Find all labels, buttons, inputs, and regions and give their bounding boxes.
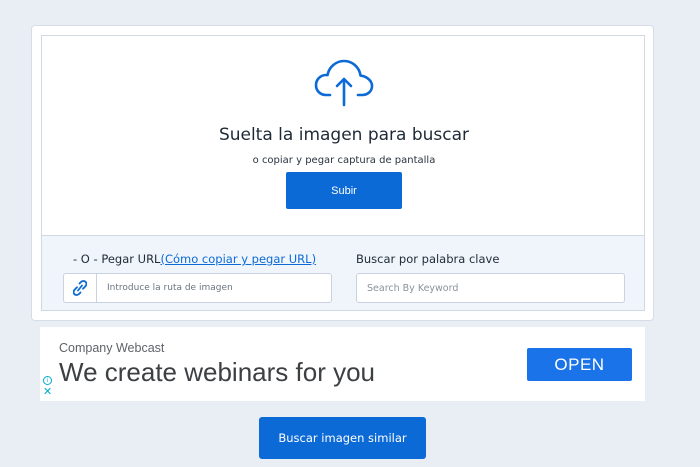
url-field [63,273,332,303]
keyword-label: Buscar por palabra clave [356,252,500,266]
link-icon-glyph [73,280,87,296]
cloud-upload-icon [314,59,374,107]
url-keyword-panel: - O - Pegar URL(Cómo copiar y pegar URL)… [41,235,645,311]
link-icon [64,274,97,302]
info-icon[interactable]: i [43,376,52,385]
drop-title: Suelta la imagen para buscar [218,125,470,145]
url-label-text: - O - Pegar URL [73,252,161,266]
image-url-input[interactable] [98,274,331,302]
upload-button[interactable]: Subir [286,172,402,209]
ad-sponsor: Company Webcast [59,341,165,355]
search-similar-button[interactable]: Buscar imagen similar [259,417,426,459]
close-icon[interactable]: ✕ [43,387,52,398]
image-drop-zone[interactable]: Suelta la imagen para buscar o copiar y … [41,35,645,236]
search-card: Suelta la imagen para buscar o copiar y … [31,25,654,321]
url-label: - O - Pegar URL(Cómo copiar y pegar URL) [73,252,316,266]
keyword-search-input[interactable] [356,273,625,303]
ad-banner[interactable]: Company Webcast We create webinars for y… [40,327,645,401]
ad-headline[interactable]: We create webinars for you [59,357,375,388]
url-help-link[interactable]: (Cómo copiar y pegar URL) [160,252,316,266]
drop-subtitle: o copiar y pegar captura de pantalla [252,155,436,166]
ad-open-button[interactable]: OPEN [527,348,632,381]
